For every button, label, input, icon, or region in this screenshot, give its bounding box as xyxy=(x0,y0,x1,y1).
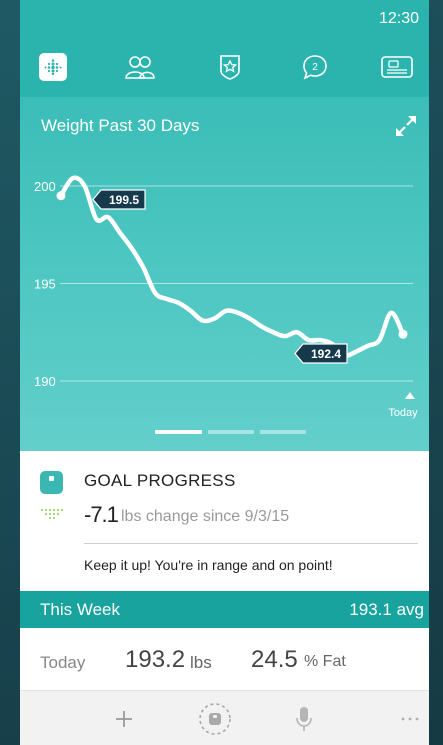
min-value-callout: 192.4 xyxy=(294,343,348,364)
app-screen: 12:30 2 200 195 190 199.5 192.4 Today We… xyxy=(20,0,429,745)
friends-icon xyxy=(125,56,155,79)
y-tick-label: 190 xyxy=(34,374,56,389)
goal-progress-section: GOAL PROGRESS -7.1 lbs change since 9/3/… xyxy=(20,451,429,591)
chat-bubble-icon: 2 xyxy=(303,55,327,80)
voice-button[interactable] xyxy=(284,699,324,739)
app-header: 12:30 2 xyxy=(20,0,429,97)
weight-change-value: -7.1 xyxy=(84,502,119,527)
tab-bar: 2 xyxy=(20,44,429,90)
expand-icon xyxy=(396,116,416,136)
add-button[interactable] xyxy=(104,699,144,739)
more-button[interactable] xyxy=(390,699,429,739)
y-tick-label: 195 xyxy=(34,277,56,292)
add-icon xyxy=(116,711,132,727)
scale-sync-icon xyxy=(199,703,231,735)
divider xyxy=(84,543,418,544)
pager-dot[interactable] xyxy=(208,430,254,434)
microphone-icon xyxy=(296,707,312,731)
tab-challenges[interactable] xyxy=(205,44,255,90)
min-value-callout-text: 192.4 xyxy=(311,347,341,361)
tab-messages[interactable]: 2 xyxy=(290,44,340,90)
backdrop-right xyxy=(429,0,443,745)
goal-title: GOAL PROGRESS xyxy=(84,471,236,490)
backdrop-left xyxy=(0,0,20,745)
pager-dot-active[interactable] xyxy=(155,430,202,434)
start-point xyxy=(56,191,66,201)
weight-line-chart: 200 195 190 199.5 192.4 Today xyxy=(34,175,418,419)
this-week-bar: This Week 193.1 avg xyxy=(20,591,429,628)
today-weight-unit: lbs xyxy=(190,653,212,672)
sync-scale-button[interactable] xyxy=(195,699,235,739)
messages-badge-count: 2 xyxy=(312,62,318,73)
today-fat-unit: % Fat xyxy=(304,653,346,670)
fitbit-dots-icon xyxy=(39,53,67,81)
today-weight-value: 193.2 xyxy=(125,646,186,673)
encouragement-message: Keep it up! You're in range and on point… xyxy=(84,557,333,573)
scale-icon xyxy=(40,471,63,494)
chart-pager[interactable] xyxy=(20,430,429,436)
today-log-row[interactable]: Today 193.2 lbs 24.5 % Fat xyxy=(20,628,429,690)
status-bar: 12:30 xyxy=(20,0,429,34)
this-week-average: 193.1 avg xyxy=(349,600,424,619)
more-icon xyxy=(401,717,419,721)
max-value-callout: 199.5 xyxy=(92,189,146,210)
bottom-action-bar xyxy=(20,690,429,745)
fitbit-logo-icon xyxy=(40,508,64,519)
y-tick-label: 200 xyxy=(34,179,56,194)
today-label: Today xyxy=(40,653,86,672)
expand-button[interactable] xyxy=(393,113,419,139)
tab-friends[interactable] xyxy=(115,44,165,90)
star-badge-icon xyxy=(220,55,240,80)
end-point xyxy=(398,329,408,339)
status-time: 12:30 xyxy=(378,10,419,27)
tab-account[interactable] xyxy=(372,44,422,90)
tab-dashboard[interactable] xyxy=(28,44,78,90)
this-week-label: This Week xyxy=(40,600,120,619)
today-fat-value: 24.5 xyxy=(251,646,298,673)
id-card-icon xyxy=(381,56,413,78)
weight-chart-card[interactable]: 200 195 190 199.5 192.4 Today Weight Past 30 … xyxy=(20,97,429,451)
today-axis-label: Today xyxy=(388,407,418,419)
chart-title: Weight Past 30 Days xyxy=(41,116,200,135)
weight-change-text: lbs change since 9/3/15 xyxy=(121,508,290,525)
today-marker-icon xyxy=(405,392,415,399)
pager-dot[interactable] xyxy=(260,430,306,434)
max-value-callout-text: 199.5 xyxy=(109,193,139,207)
